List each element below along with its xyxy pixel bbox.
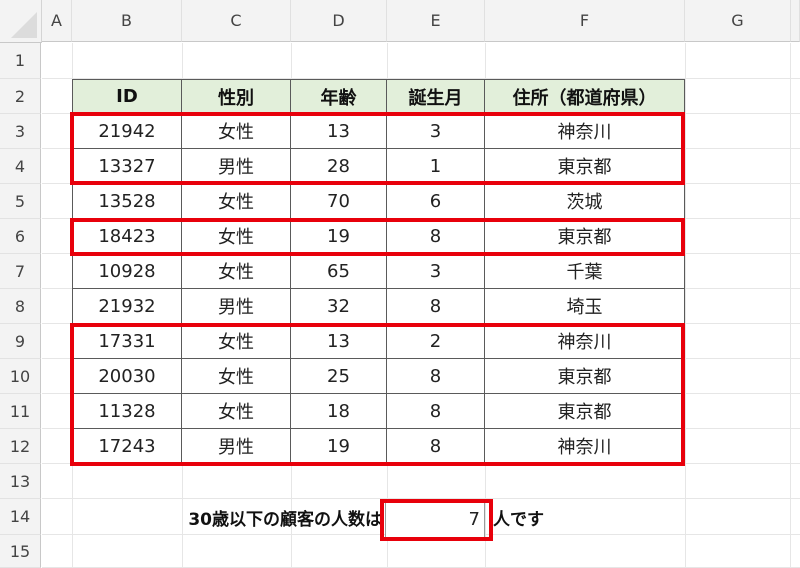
- table-cell-birth-month[interactable]: 8: [387, 359, 485, 394]
- table-header-gender[interactable]: 性別: [182, 79, 291, 114]
- table-cell-birth-month[interactable]: 3: [387, 254, 485, 289]
- table-cell-id[interactable]: 17331: [72, 324, 182, 359]
- gridline: [685, 43, 686, 568]
- table-cell-address[interactable]: 神奈川: [485, 114, 685, 149]
- summary-label: 30歳以下の顧客の人数は: [188, 510, 382, 530]
- summary-suffix: 人です: [493, 510, 544, 530]
- table-cell-age[interactable]: 32: [291, 289, 387, 324]
- table-header-age[interactable]: 年齢: [291, 79, 387, 114]
- row-header-9[interactable]: 9: [0, 324, 41, 359]
- table-cell-id[interactable]: 13327: [72, 149, 182, 184]
- table-cell-address[interactable]: 東京都: [485, 149, 685, 184]
- column-header-g[interactable]: G: [685, 0, 791, 42]
- table-cell-id[interactable]: 18423: [72, 219, 182, 254]
- table-header-id[interactable]: ID: [72, 79, 182, 114]
- table-header-birth-month[interactable]: 誕生月: [387, 79, 485, 114]
- table-cell-birth-month[interactable]: 8: [387, 289, 485, 324]
- table-cell-address[interactable]: 東京都: [485, 359, 685, 394]
- row-header-7[interactable]: 7: [0, 254, 41, 289]
- column-header-b[interactable]: B: [72, 0, 182, 42]
- gridline: [790, 43, 791, 568]
- row-header-13[interactable]: 13: [0, 464, 41, 499]
- table-cell-age[interactable]: 25: [291, 359, 387, 394]
- row-header-14[interactable]: 14: [0, 499, 41, 535]
- table-cell-id[interactable]: 17243: [72, 429, 182, 464]
- table-cell-gender[interactable]: 女性: [182, 219, 291, 254]
- spreadsheet-grid: A B C D E F G 1 2 3 4 5 6 7 8 9 10 11 12 13 14 15 ID 性別…: [0, 0, 800, 568]
- column-header-f[interactable]: F: [485, 0, 685, 42]
- table-cell-address[interactable]: 埼玉: [485, 289, 685, 324]
- table-cell-id[interactable]: 10928: [72, 254, 182, 289]
- column-header-h[interactable]: [791, 0, 800, 42]
- table-cell-gender[interactable]: 男性: [182, 149, 291, 184]
- select-all-button[interactable]: [0, 0, 42, 43]
- table-cell-address[interactable]: 茨城: [485, 184, 685, 219]
- summary-count-cell[interactable]: 7: [385, 503, 485, 537]
- column-header-c[interactable]: C: [182, 0, 291, 42]
- table-cell-birth-month[interactable]: 8: [387, 429, 485, 464]
- gridline: [42, 498, 800, 499]
- table-cell-gender[interactable]: 男性: [182, 429, 291, 464]
- row-header-11[interactable]: 11: [0, 394, 41, 429]
- table-cell-age[interactable]: 70: [291, 184, 387, 219]
- table-cell-gender[interactable]: 女性: [182, 324, 291, 359]
- table-cell-age[interactable]: 13: [291, 324, 387, 359]
- table-cell-age[interactable]: 19: [291, 219, 387, 254]
- row-header-1[interactable]: 1: [0, 43, 41, 79]
- table-cell-id[interactable]: 20030: [72, 359, 182, 394]
- table-cell-address[interactable]: 神奈川: [485, 429, 685, 464]
- select-all-triangle-icon: [11, 12, 37, 38]
- table-header-address[interactable]: 住所（都道府県）: [485, 79, 685, 114]
- row-header-15[interactable]: 15: [0, 535, 41, 568]
- table-cell-birth-month[interactable]: 6: [387, 184, 485, 219]
- column-header-d[interactable]: D: [291, 0, 387, 42]
- row-header-2[interactable]: 2: [0, 79, 41, 114]
- table-cell-gender[interactable]: 女性: [182, 394, 291, 429]
- table-cell-address[interactable]: 神奈川: [485, 324, 685, 359]
- table-cell-gender[interactable]: 男性: [182, 289, 291, 324]
- table-cell-birth-month[interactable]: 8: [387, 219, 485, 254]
- table-cell-age[interactable]: 19: [291, 429, 387, 464]
- table-cell-id[interactable]: 11328: [72, 394, 182, 429]
- table-cell-address[interactable]: 東京都: [485, 394, 685, 429]
- table-cell-gender[interactable]: 女性: [182, 254, 291, 289]
- table-cell-birth-month[interactable]: 1: [387, 149, 485, 184]
- row-header-12[interactable]: 12: [0, 429, 41, 464]
- row-header-4[interactable]: 4: [0, 149, 41, 184]
- row-header-10[interactable]: 10: [0, 359, 41, 394]
- column-header-e[interactable]: E: [387, 0, 485, 42]
- row-header-5[interactable]: 5: [0, 184, 41, 219]
- table-cell-birth-month[interactable]: 3: [387, 114, 485, 149]
- table-cell-birth-month[interactable]: 2: [387, 324, 485, 359]
- table-cell-id[interactable]: 21932: [72, 289, 182, 324]
- table-cell-gender[interactable]: 女性: [182, 114, 291, 149]
- table-cell-gender[interactable]: 女性: [182, 184, 291, 219]
- table-cell-age[interactable]: 13: [291, 114, 387, 149]
- table-cell-id[interactable]: 13528: [72, 184, 182, 219]
- row-header-8[interactable]: 8: [0, 289, 41, 324]
- row-header-6[interactable]: 6: [0, 219, 41, 254]
- column-header-a[interactable]: A: [42, 0, 72, 42]
- table-cell-age[interactable]: 28: [291, 149, 387, 184]
- table-cell-gender[interactable]: 女性: [182, 359, 291, 394]
- table-cell-id[interactable]: 21942: [72, 114, 182, 149]
- row-header-3[interactable]: 3: [0, 114, 41, 149]
- table-cell-age[interactable]: 65: [291, 254, 387, 289]
- table-cell-birth-month[interactable]: 8: [387, 394, 485, 429]
- table-cell-age[interactable]: 18: [291, 394, 387, 429]
- table-cell-address[interactable]: 千葉: [485, 254, 685, 289]
- table-cell-address[interactable]: 東京都: [485, 219, 685, 254]
